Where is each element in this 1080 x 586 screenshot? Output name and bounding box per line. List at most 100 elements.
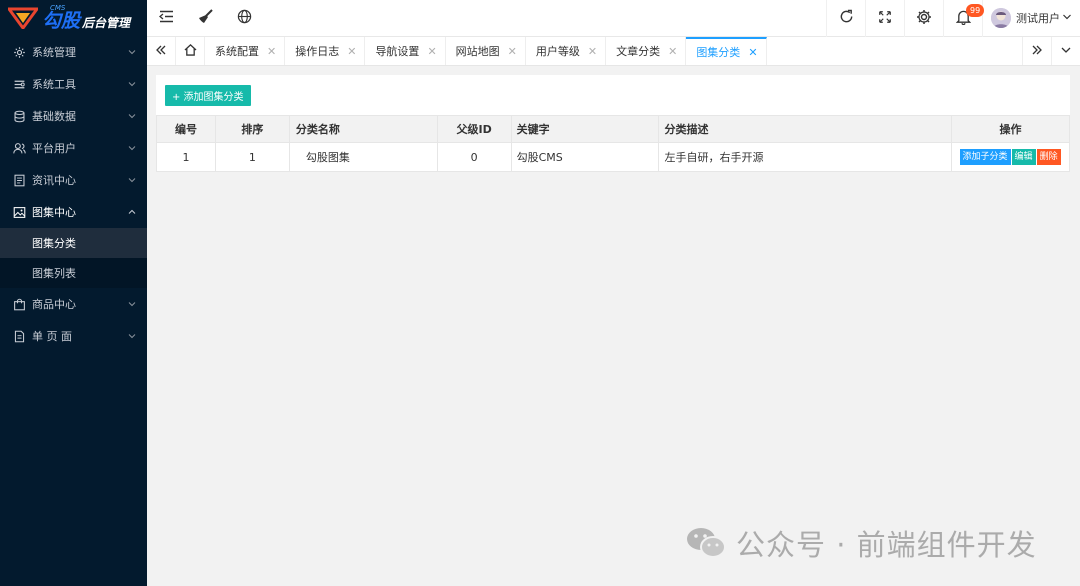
chevron-down-icon [127,47,137,57]
column-header-actions: 操作 [951,115,1070,143]
sidebar-item-news-center[interactable]: 资讯中心 [0,164,147,196]
cell-name: 勾股图集 [288,142,438,172]
tab-operation-log[interactable]: 操作日志 ✕ [285,37,366,65]
bag-icon [12,297,26,311]
refresh-button[interactable] [826,0,865,37]
sidebar: CMS 勾股 后台管理 系统管理 系统工具 基础数据 平台用户 资讯中心 图集中… [0,0,147,586]
tab-label: 图集分类 [696,46,741,59]
sidebar-subitem-label: 图集列表 [32,267,76,280]
sidebar-item-label: 基础数据 [32,110,76,123]
close-icon[interactable]: ✕ [267,45,276,58]
sidebar-item-label: 系统工具 [32,78,76,91]
tab-scroll-left-button[interactable] [147,37,176,65]
delete-button[interactable]: 删除 [1036,149,1061,165]
fullscreen-button[interactable] [865,0,904,37]
sidebar-item-system-manage[interactable]: 系统管理 [0,36,147,68]
sidebar-item-platform-users[interactable]: 平台用户 [0,132,147,164]
double-chevron-right-icon [1031,44,1043,59]
sidebar-subitem-gallery-list[interactable]: 图集列表 [0,258,147,288]
chevron-down-icon [127,143,137,153]
site-home-button[interactable] [225,0,264,37]
chevron-down-icon [127,175,137,185]
tab-system-config[interactable]: 系统配置 ✕ [205,37,286,65]
close-icon[interactable]: ✕ [748,46,757,59]
tab-label: 操作日志 [295,45,340,58]
fullscreen-icon [878,10,892,27]
chevron-down-icon [127,111,137,121]
column-header-name[interactable]: 分类名称 [288,115,438,143]
refresh-icon [839,9,854,27]
chevron-down-icon [127,79,137,89]
logo[interactable]: CMS 勾股 后台管理 [0,0,147,36]
sidebar-item-label: 系统管理 [32,46,76,59]
avatar [991,8,1011,28]
menu-toggle-button[interactable] [147,0,186,37]
sidebar-item-label: 平台用户 [32,142,76,155]
tab-home[interactable] [176,37,205,65]
image-icon [12,205,26,219]
close-icon[interactable]: ✕ [347,45,356,58]
tab-nav-settings[interactable]: 导航设置 ✕ [365,37,446,65]
sidebar-item-label: 单 页 面 [32,330,72,343]
users-icon [12,141,26,155]
sidebar-item-system-tools[interactable]: 系统工具 [0,68,147,100]
cell-sort: 1 [214,142,290,172]
column-header-description[interactable]: 分类描述 [658,115,953,143]
column-header-sort[interactable]: 排序 [214,115,290,143]
edit-button[interactable]: 编辑 [1011,149,1036,165]
column-header-keyword[interactable]: 关键字 [510,115,660,143]
document-icon [12,173,26,187]
close-icon[interactable]: ✕ [427,45,436,58]
sidebar-item-base-data[interactable]: 基础数据 [0,100,147,132]
tab-article-category[interactable]: 文章分类 ✕ [606,37,687,65]
user-menu[interactable]: 测试用户 [982,0,1080,37]
sidebar-subitem-gallery-category[interactable]: 图集分类 [0,228,147,258]
watermark-text: 公众号 · 前端组件开发 [736,528,1037,562]
tab-label: 用户等级 [535,45,580,58]
column-header-parent-id[interactable]: 父级ID [436,115,512,143]
sidebar-item-label: 图集中心 [32,206,76,219]
sidebar-subitem-label: 图集分类 [32,237,76,250]
settings-button[interactable] [904,0,943,37]
tab-scroll-right-button[interactable] [1022,37,1051,65]
wechat-icon [684,525,728,561]
close-icon[interactable]: ✕ [668,45,677,58]
clear-cache-button[interactable] [186,0,225,37]
sidebar-item-label: 资讯中心 [32,174,76,187]
tab-sitemap[interactable]: 网站地图 ✕ [446,37,526,65]
cell-keyword: 勾股CMS [510,142,660,172]
menu-fold-icon [158,10,174,26]
tab-label: 网站地图 [455,45,500,58]
tab-gallery-category[interactable]: 图集分类 ✕ [686,37,767,65]
tab-label: 文章分类 [616,45,661,58]
sidebar-item-gallery-center[interactable]: 图集中心 [0,196,147,228]
cell-description: 左手自研，右手开源 [658,142,953,172]
add-child-button[interactable]: 添加子分类 [959,149,1011,165]
main-panel: + 添加图集分类 编号 排序 分类名称 父级ID 关键字 分类描述 操作 1 1… [156,75,1070,172]
top-bar: 99 测试用户 [147,0,1080,37]
logo-brand: 勾股 [42,10,81,32]
chevron-down-icon [1062,12,1072,25]
watermark: 公众号 · 前端组件开发 [684,522,1037,564]
cell-actions: 添加子分类 编辑 删除 [951,142,1070,172]
page-icon [12,329,26,343]
close-icon[interactable]: ✕ [588,45,597,58]
tab-label: 系统配置 [215,45,259,58]
add-gallery-category-button[interactable]: + 添加图集分类 [165,85,251,106]
tab-options-dropdown[interactable] [1051,37,1080,65]
sidebar-item-single-page[interactable]: 单 页 面 [0,320,147,352]
home-icon [184,43,197,59]
sidebar-item-label: 商品中心 [32,298,76,311]
table-header-row: 编号 排序 分类名称 父级ID 关键字 分类描述 操作 [156,115,1070,143]
close-icon[interactable]: ✕ [508,45,517,58]
chevron-up-icon [127,207,137,217]
notification-button[interactable]: 99 [943,0,985,37]
tab-user-level[interactable]: 用户等级 ✕ [526,37,607,65]
notification-badge: 99 [966,3,985,17]
column-header-id[interactable]: 编号 [156,115,216,143]
sidebar-item-goods-center[interactable]: 商品中心 [0,288,147,320]
category-table: 编号 排序 分类名称 父级ID 关键字 分类描述 操作 1 1 勾股图集 0 勾… [156,115,1070,172]
database-icon [12,109,26,123]
cell-id: 1 [156,142,216,172]
table-row: 1 1 勾股图集 0 勾股CMS 左手自研，右手开源 添加子分类 编辑 删除 [156,142,1070,172]
